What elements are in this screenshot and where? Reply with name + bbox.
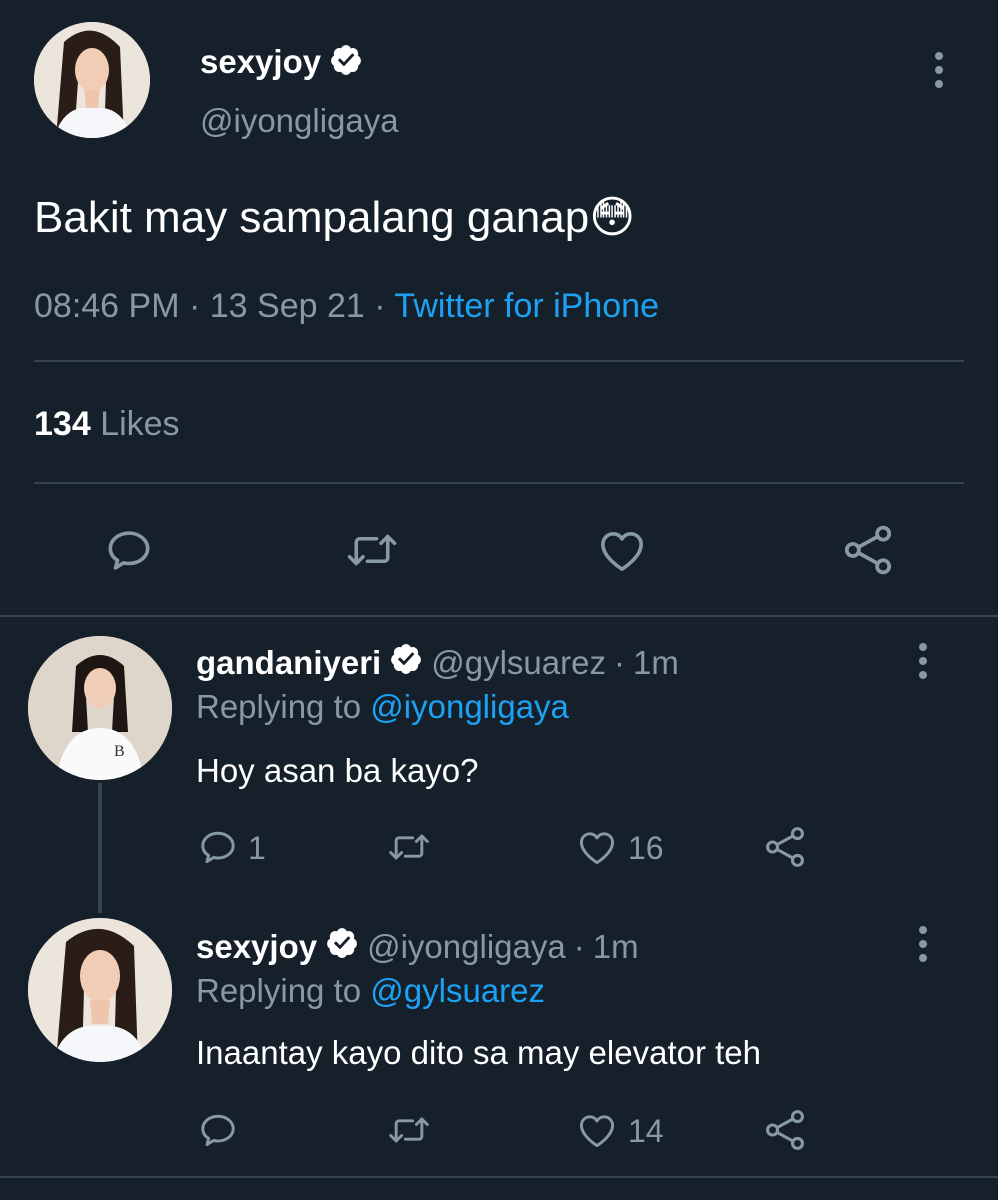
reply-handle[interactable]: @iyongligaya	[367, 928, 566, 966]
reply-text: Hoy asan ba kayo?	[196, 752, 479, 789]
retweet-icon[interactable]	[342, 523, 402, 577]
replying-to-link[interactable]: @gylsuarez	[370, 972, 545, 1009]
like-count: 16	[628, 830, 664, 866]
main-tweet-author[interactable]: sexyjoy	[200, 40, 363, 84]
main-tweet-text: Bakit may sampalang ganap😳	[34, 192, 635, 243]
replying-to-line: Replying to @iyongligaya	[196, 688, 569, 726]
share-icon[interactable]	[840, 522, 896, 578]
main-tweet-date: 13 Sep 21	[209, 287, 365, 325]
main-tweet-meta: 08:46 PM · 13 Sep 21 · Twitter for iPhon…	[34, 287, 659, 326]
reply-handle[interactable]: @gylsuarez	[431, 644, 606, 682]
heart-icon[interactable]	[574, 1108, 620, 1152]
reply-display-name[interactable]: sexyjoy	[196, 928, 317, 966]
reply-count: 1	[248, 830, 266, 866]
likes-count: 134	[34, 405, 91, 443]
main-tweet-likes[interactable]: 134 Likes	[34, 405, 180, 444]
reply-icon[interactable]	[102, 523, 156, 577]
meta-separator: ·	[188, 287, 201, 325]
share-icon[interactable]	[762, 1107, 808, 1153]
reply-display-name[interactable]: gandaniyeri	[196, 644, 381, 682]
reply-separator: ·	[573, 928, 585, 965]
reply-time: 1m	[632, 644, 679, 681]
main-tweet-time: 08:46 PM	[34, 287, 180, 325]
svg-text:B: B	[114, 743, 125, 760]
verified-badge-icon	[325, 926, 359, 968]
replying-to-link[interactable]: @iyongligaya	[370, 688, 569, 725]
replying-to-prefix: Replying to	[196, 688, 362, 725]
heart-icon[interactable]	[594, 523, 650, 577]
share-icon[interactable]	[762, 824, 808, 870]
likes-label: Likes	[100, 405, 180, 443]
verified-badge-icon	[389, 642, 423, 684]
reply-separator: ·	[613, 644, 625, 681]
reply-icon[interactable]	[196, 1108, 240, 1152]
section-divider	[0, 615, 998, 617]
reply-avatar[interactable]: B	[28, 636, 172, 780]
main-tweet-body: Bakit may sampalang ganap	[34, 193, 590, 242]
more-options-icon[interactable]	[933, 52, 945, 88]
main-tweet-avatar[interactable]	[34, 22, 150, 138]
reply-icon[interactable]	[196, 825, 240, 869]
replying-to-line: Replying to @gylsuarez	[196, 972, 545, 1010]
divider	[34, 360, 964, 362]
flushed-face-emoji: 😳	[589, 193, 636, 242]
heart-icon[interactable]	[574, 825, 620, 869]
verified-badge-icon	[329, 43, 363, 82]
main-tweet-handle[interactable]: @iyongligaya	[200, 102, 399, 140]
section-divider	[0, 1176, 998, 1178]
reply-text: Inaantay kayo dito sa may elevator teh	[196, 1034, 761, 1071]
reply-avatar[interactable]	[28, 918, 172, 1062]
replying-to-prefix: Replying to	[196, 972, 362, 1009]
reply-header: gandaniyeri @gylsuarez · 1m	[196, 640, 679, 686]
more-options-icon[interactable]	[917, 926, 929, 962]
more-options-icon[interactable]	[917, 643, 929, 679]
retweet-icon[interactable]	[384, 1108, 434, 1152]
meta-separator: ·	[374, 287, 386, 325]
divider	[34, 482, 964, 484]
reply-header: sexyjoy @iyongligaya · 1m	[196, 924, 639, 970]
thread-connector-line	[98, 783, 102, 913]
main-tweet-display-name[interactable]: sexyjoy	[200, 43, 321, 81]
retweet-icon[interactable]	[384, 825, 434, 869]
main-tweet-source-link[interactable]: Twitter for iPhone	[394, 287, 659, 325]
like-count: 14	[628, 1113, 664, 1149]
reply-time: 1m	[592, 928, 639, 965]
